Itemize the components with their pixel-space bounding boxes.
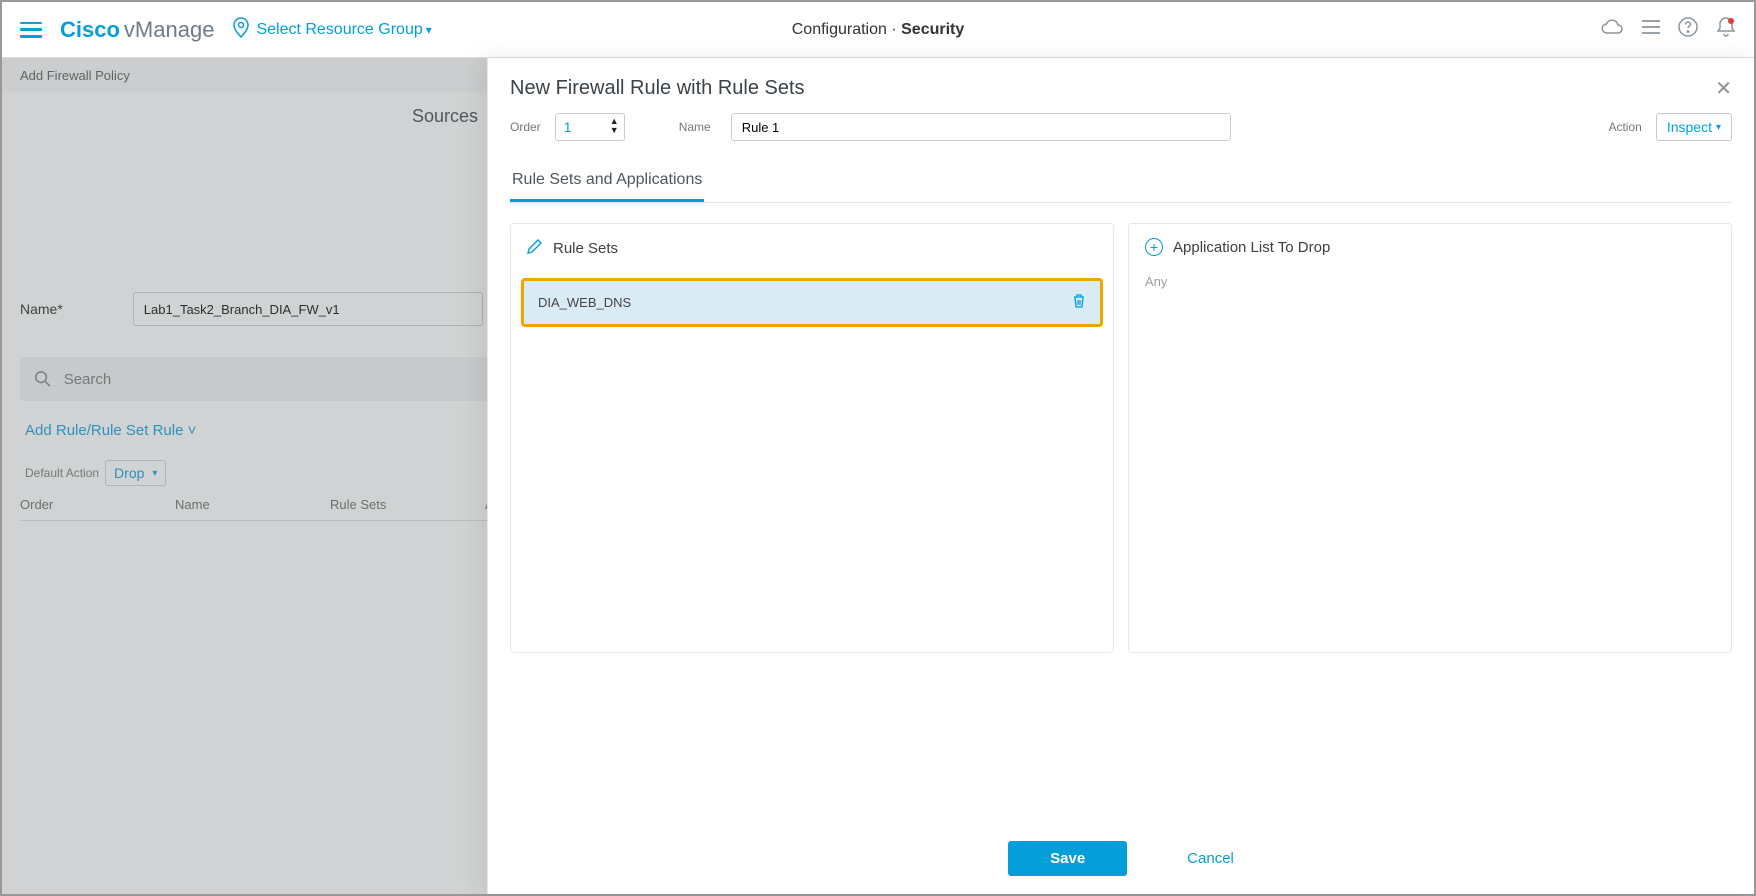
tab-rulesets-apps[interactable]: Rule Sets and Applications [510, 161, 704, 202]
edit-icon[interactable] [527, 238, 543, 258]
panel-rulesets: Rule Sets DIA_WEB_DNS [510, 223, 1114, 653]
ruleset-item-label: DIA_WEB_DNS [538, 295, 631, 310]
breadcrumb: Configuration · Security [792, 21, 965, 39]
topbar-right [1600, 16, 1736, 43]
applist-header: Application List To Drop [1173, 239, 1330, 256]
plus-icon[interactable]: + [1145, 238, 1163, 256]
applist-value: Any [1129, 270, 1731, 293]
rule-name-input[interactable] [731, 113, 1231, 141]
brand-bold: Cisco [60, 17, 120, 43]
save-button[interactable]: Save [1008, 841, 1127, 876]
order-label: Order [510, 120, 541, 134]
bell-icon[interactable] [1716, 16, 1736, 43]
hamburger-icon[interactable] [20, 22, 42, 38]
modal: New Firewall Rule with Rule Sets ✕ Order… [487, 58, 1754, 894]
trash-icon[interactable] [1072, 293, 1086, 312]
top-bar: Cisco vManage Select Resource Group Conf… [2, 2, 1754, 58]
cloud-icon[interactable] [1600, 17, 1624, 42]
close-icon[interactable]: ✕ [1715, 76, 1732, 101]
breadcrumb-prefix: Configuration · [792, 21, 901, 38]
action-select[interactable]: Inspect [1656, 113, 1732, 141]
list-icon[interactable] [1642, 19, 1660, 40]
modal-title: New Firewall Rule with Rule Sets [510, 77, 805, 100]
panel-applist: + Application List To Drop Any [1128, 223, 1732, 653]
help-icon[interactable] [1678, 17, 1698, 42]
breadcrumb-active: Security [901, 21, 964, 38]
rulesets-header: Rule Sets [553, 240, 618, 257]
modal-footer: Save Cancel [488, 822, 1754, 894]
cancel-button[interactable]: Cancel [1187, 850, 1234, 867]
location-icon[interactable] [232, 16, 250, 43]
ruleset-item[interactable]: DIA_WEB_DNS [521, 278, 1103, 327]
action-label: Action [1608, 120, 1641, 134]
tabs: Rule Sets and Applications [510, 161, 1732, 203]
brand-light: vManage [124, 17, 215, 43]
resource-group-dropdown[interactable]: Select Resource Group [256, 21, 431, 39]
order-stepper[interactable]: ▲▼ [610, 117, 619, 135]
rule-name-label: Name [679, 120, 711, 134]
